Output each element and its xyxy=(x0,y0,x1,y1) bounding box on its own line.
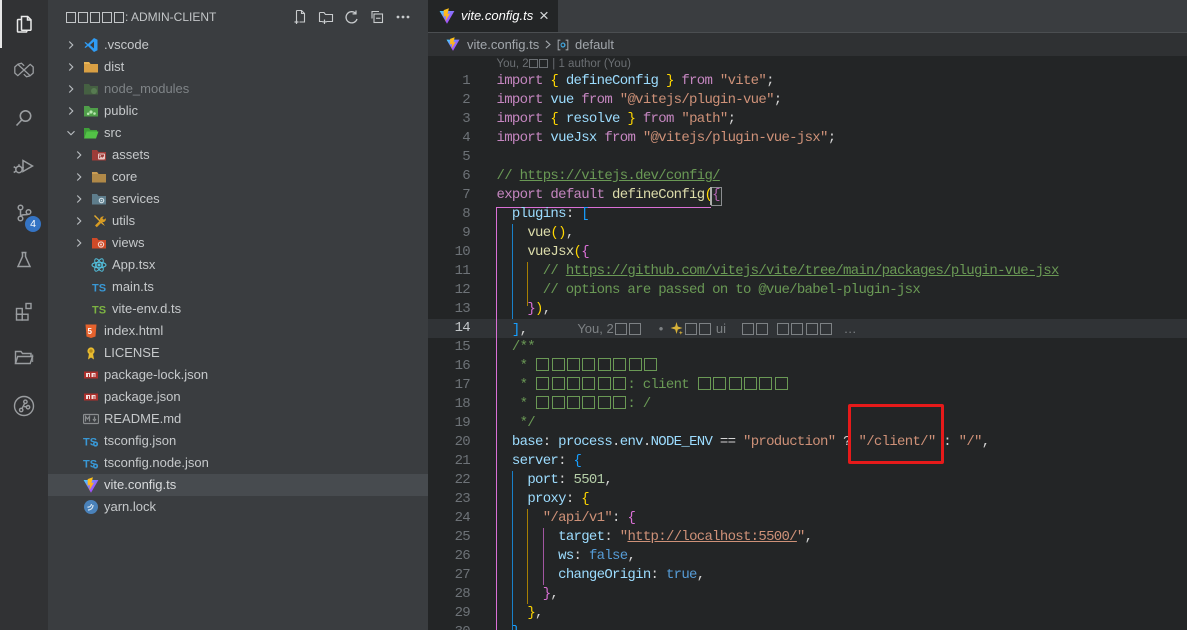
svg-text:TS: TS xyxy=(92,305,106,317)
svg-text:TS: TS xyxy=(92,283,106,295)
svg-text:5: 5 xyxy=(88,327,93,336)
